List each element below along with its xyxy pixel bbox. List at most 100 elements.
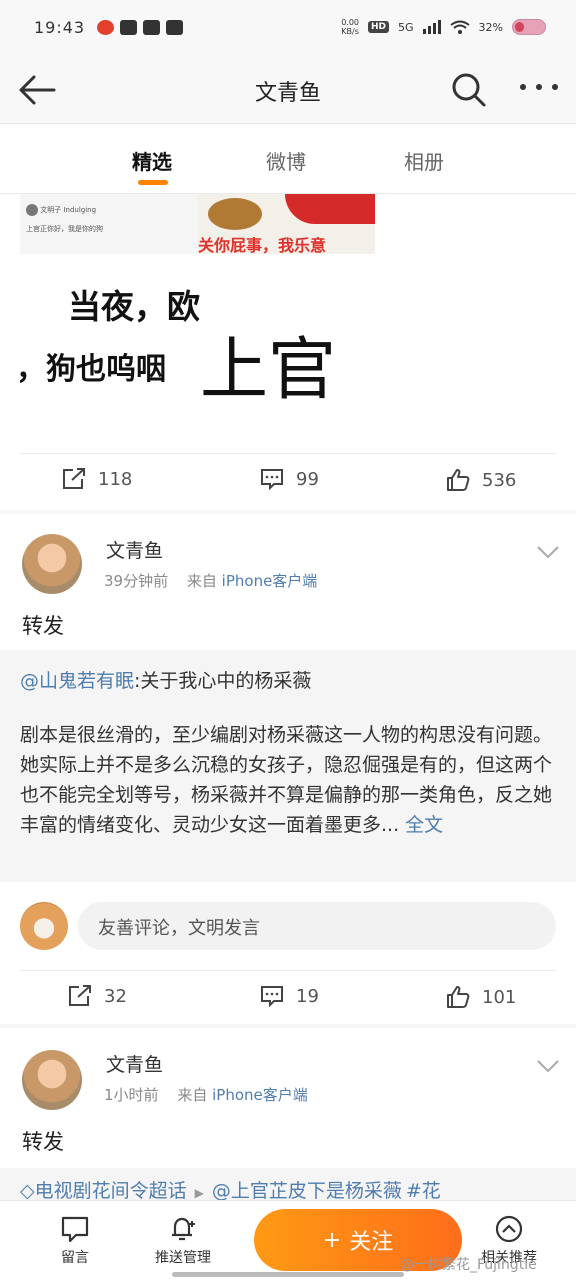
search-icon [452, 73, 486, 107]
image-text: 当夜，欧 [68, 287, 200, 326]
signal-label: 5G [398, 20, 414, 34]
quoted-body-text: 剧本是很丝滑的，至少编剧对杨采薇这一人物的构思没有问题。她实际上并不是多么沉稳的… [20, 724, 553, 836]
profile-tabs: 精选 微博 相册 [0, 124, 576, 194]
post-actions: 32 19 101 [0, 971, 576, 1027]
read-more-link[interactable]: 全文 [405, 814, 443, 836]
more-dot [536, 84, 542, 90]
net-speed: 0.00 KB/s [341, 18, 359, 36]
thumb-text: 上官正你好，我是你的狗 [26, 225, 103, 233]
source-prefix: 来自 [186, 572, 217, 590]
comment-composer: 友善评论，文明发言 [0, 892, 576, 962]
like-button[interactable]: 101 [446, 985, 516, 1009]
repost-icon [69, 985, 91, 1006]
push-settings-button[interactable]: 推送管理 [138, 1215, 228, 1267]
post-meta: 1小时前 来自 iPhone客户端 [104, 1084, 308, 1105]
bell-plus-icon [172, 1217, 195, 1241]
weibo-icon [97, 19, 115, 35]
more-dot [520, 84, 526, 90]
topic-link[interactable]: #花 [406, 1180, 441, 1202]
chevron-up-circle-icon [495, 1215, 523, 1243]
repost-count: 118 [98, 468, 133, 490]
message-icon [61, 1216, 89, 1243]
image-text: 上官 [200, 331, 337, 399]
battery-icon [512, 19, 546, 35]
thumbs-up-icon [447, 986, 470, 1008]
tab-album[interactable]: 相册 [404, 146, 444, 175]
separator-icon: ▶ [194, 1186, 204, 1200]
more-dot [552, 84, 558, 90]
image-text: ，狗也呜咽 [20, 352, 166, 387]
repost-button[interactable]: 118 [62, 468, 132, 490]
more-button[interactable] [520, 84, 558, 98]
source-prefix: 来自 [177, 1086, 208, 1104]
comment-icon [261, 986, 283, 1007]
post-source[interactable]: iPhone客户端 [212, 1086, 308, 1104]
meme-shape [285, 194, 375, 224]
message-label: 留言 [61, 1250, 89, 1266]
comment-count: 19 [296, 985, 319, 1007]
comment-input[interactable]: 友善评论，文明发言 [78, 902, 556, 950]
post-card: 文明子 Indulging 上官正你好，我是你的狗 关你屁事，我乐意 当夜，欧 … [0, 194, 576, 510]
page-title: 文青鱼 [254, 81, 321, 106]
wifi-icon [449, 20, 470, 34]
chat-icon [120, 19, 138, 35]
comment-button[interactable]: 99 [260, 468, 319, 490]
quoted-body: 剧本是很丝滑的，至少编剧对杨采薇这一人物的构思没有问题。她实际上并不是多么沉稳的… [20, 720, 560, 840]
post-image[interactable]: 文明子 Indulging 上官正你好，我是你的狗 关你屁事，我乐意 当夜，欧 … [20, 194, 375, 399]
screenshot-thumbnail: 文明子 Indulging 上官正你好，我是你的狗 [20, 194, 198, 254]
nav-bar: 文青鱼 [0, 54, 576, 124]
repost-count: 32 [104, 985, 127, 1007]
plus-icon: + [322, 1227, 342, 1253]
comment-icon [261, 469, 283, 490]
quoted-title: :关于我心中的杨采薇 [134, 670, 312, 692]
book-icon [166, 19, 184, 35]
avatar[interactable] [22, 1050, 82, 1110]
quoted-header: @山鬼若有眠:关于我心中的杨采薇 [20, 666, 311, 693]
chevron-down-icon[interactable] [536, 1058, 560, 1074]
post-username[interactable]: 文青鱼 [106, 1050, 163, 1077]
push-label: 推送管理 [155, 1250, 211, 1266]
meme-caption: 关你屁事，我乐意 [198, 236, 327, 254]
post-card: 文青鱼 39分钟前 来自 iPhone客户端 转发 @山鬼若有眠:关于我心中的杨… [0, 514, 576, 1024]
signal-icon [422, 20, 441, 34]
notification-icons [97, 19, 184, 35]
mention-link[interactable]: @山鬼若有眠 [20, 670, 134, 692]
topic-link[interactable]: 电视剧花间令超话 [35, 1180, 187, 1202]
thumb-username: 文明子 Indulging [40, 206, 97, 214]
post-text: 转发 [22, 614, 64, 638]
home-indicator[interactable] [172, 1272, 404, 1277]
hd-badge: HD [368, 21, 390, 33]
topic-link[interactable]: @上官芷皮下是杨采薇 [212, 1180, 402, 1202]
chevron-down-icon[interactable] [536, 544, 560, 560]
post-username[interactable]: 文青鱼 [106, 536, 163, 563]
like-count: 101 [482, 986, 517, 1008]
active-tab-indicator [138, 180, 168, 185]
like-button[interactable]: 536 [446, 468, 516, 492]
like-count: 536 [482, 469, 517, 491]
avatar[interactable] [22, 534, 82, 594]
avatar [26, 204, 38, 216]
repost-icon [63, 468, 85, 489]
tab-featured[interactable]: 精选 [132, 146, 172, 175]
tab-weibo[interactable]: 微博 [266, 146, 306, 175]
topic-row: ◇电视剧花间令超话 ▶ @上官芷皮下是杨采薇 #花 [0, 1168, 576, 1202]
post-card: 文青鱼 1小时前 来自 iPhone客户端 转发 ◇电视剧花间令超话 ▶ @上官芷皮… [0, 1028, 576, 1202]
battery-percent: 32% [478, 20, 503, 34]
quoted-post[interactable]: @山鬼若有眠:关于我心中的杨采薇 剧本是很丝滑的，至少编剧对杨采薇这一人物的构思… [0, 650, 576, 882]
message-button[interactable]: 留言 [30, 1215, 120, 1267]
post-source[interactable]: iPhone客户端 [222, 572, 318, 590]
comment-button[interactable]: 19 [260, 985, 319, 1007]
post-meta: 39分钟前 来自 iPhone客户端 [104, 570, 317, 591]
post-time: 1小时前 [104, 1086, 159, 1104]
phone-icon [143, 19, 161, 35]
thumbs-up-icon [447, 469, 470, 491]
meme-dog [208, 198, 262, 230]
repost-button[interactable]: 32 [68, 985, 127, 1007]
search-button[interactable] [450, 72, 488, 108]
clock: 19:43 [34, 17, 86, 37]
supertopic-icon: ◇ [20, 1180, 35, 1202]
status-bar: 19:43 0.00 KB/s HD 5G 32% [0, 0, 576, 54]
comment-count: 99 [296, 468, 319, 490]
avatar [20, 902, 68, 950]
post-time: 39分钟前 [104, 572, 169, 590]
